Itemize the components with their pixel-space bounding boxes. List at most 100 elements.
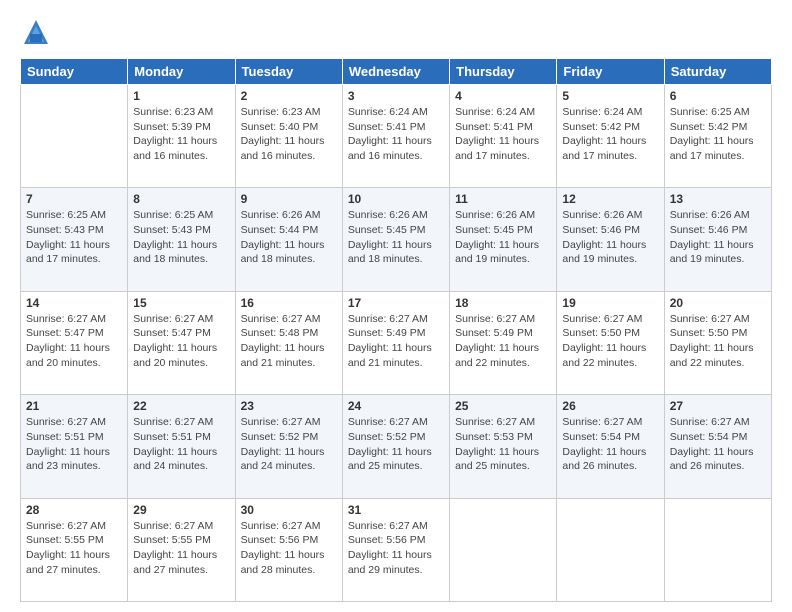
calendar-cell: 3 Sunrise: 6:24 AM Sunset: 5:41 PM Daylig… <box>342 85 449 188</box>
day-number: 29 <box>133 503 229 517</box>
day-info: Sunrise: 6:27 AM Sunset: 5:47 PM Dayligh… <box>133 312 229 371</box>
day-info: Sunrise: 6:27 AM Sunset: 5:53 PM Dayligh… <box>455 415 551 474</box>
calendar-cell: 9Sunrise: 6:26 AM Sunset: 5:44 PM Daylig… <box>235 188 342 291</box>
day-number: 10 <box>348 192 444 206</box>
day-number: 12 <box>562 192 658 206</box>
calendar-cell: 18 Sunrise: 6:27 AM Sunset: 5:49 PM Dayli… <box>450 291 557 394</box>
day-number: 8 <box>133 192 229 206</box>
day-info: Sunrise: 6:27 AM Sunset: 5:50 PM Dayligh… <box>562 312 658 371</box>
calendar-header-row: SundayMondayTuesdayWednesdayThursdayFrid… <box>21 59 772 85</box>
day-info: Sunrise: 6:27 AM Sunset: 5:52 PM Dayligh… <box>348 415 444 474</box>
calendar-cell: 22 Sunrise: 6:27 AM Sunset: 5:51 PM Dayli… <box>128 395 235 498</box>
day-number: 11 <box>455 192 551 206</box>
calendar-cell: 25 Sunrise: 6:27 AM Sunset: 5:53 PM Dayli… <box>450 395 557 498</box>
calendar-cell: 16 Sunrise: 6:27 AM Sunset: 5:48 PM Dayli… <box>235 291 342 394</box>
day-number: 15 <box>133 296 229 310</box>
day-info: Sunrise: 6:24 AM Sunset: 5:41 PM Dayligh… <box>348 105 444 164</box>
day-info: Sunrise: 6:24 AM Sunset: 5:42 PM Dayligh… <box>562 105 658 164</box>
day-number: 4 <box>455 89 551 103</box>
calendar-header-tuesday: Tuesday <box>235 59 342 85</box>
day-info: Sunrise: 6:27 AM Sunset: 5:48 PM Dayligh… <box>241 312 337 371</box>
calendar-cell: 23 Sunrise: 6:27 AM Sunset: 5:52 PM Dayli… <box>235 395 342 498</box>
day-info: Sunrise: 6:27 AM Sunset: 5:49 PM Dayligh… <box>348 312 444 371</box>
day-info: Sunrise: 6:26 AM Sunset: 5:44 PM Dayligh… <box>241 208 337 267</box>
calendar-header-wednesday: Wednesday <box>342 59 449 85</box>
day-info: Sunrise: 6:26 AM Sunset: 5:46 PM Dayligh… <box>670 208 766 267</box>
calendar-cell: 30 Sunrise: 6:27 AM Sunset: 5:56 PM Dayli… <box>235 498 342 601</box>
day-info: Sunrise: 6:27 AM Sunset: 5:54 PM Dayligh… <box>670 415 766 474</box>
calendar-cell: 7Sunrise: 6:25 AM Sunset: 5:43 PM Daylig… <box>21 188 128 291</box>
day-info: Sunrise: 6:27 AM Sunset: 5:47 PM Dayligh… <box>26 312 122 371</box>
day-info: Sunrise: 6:25 AM Sunset: 5:42 PM Dayligh… <box>670 105 766 164</box>
calendar-cell: 20 Sunrise: 6:27 AM Sunset: 5:50 PM Dayli… <box>664 291 771 394</box>
calendar-cell: 24Sunrise: 6:27 AM Sunset: 5:52 PM Dayli… <box>342 395 449 498</box>
calendar-cell: 11 Sunrise: 6:26 AM Sunset: 5:45 PM Dayli… <box>450 188 557 291</box>
day-number: 13 <box>670 192 766 206</box>
day-number: 19 <box>562 296 658 310</box>
day-number: 20 <box>670 296 766 310</box>
day-number: 26 <box>562 399 658 413</box>
calendar-week-4: 21 Sunrise: 6:27 AM Sunset: 5:51 PM Dayli… <box>21 395 772 498</box>
calendar-header-saturday: Saturday <box>664 59 771 85</box>
day-number: 27 <box>670 399 766 413</box>
day-info: Sunrise: 6:27 AM Sunset: 5:49 PM Dayligh… <box>455 312 551 371</box>
header <box>20 16 772 48</box>
day-number: 1 <box>133 89 229 103</box>
calendar-cell: 10Sunrise: 6:26 AM Sunset: 5:45 PM Dayli… <box>342 188 449 291</box>
day-info: Sunrise: 6:23 AM Sunset: 5:39 PM Dayligh… <box>133 105 229 164</box>
calendar-cell: 27 Sunrise: 6:27 AM Sunset: 5:54 PM Dayli… <box>664 395 771 498</box>
day-info: Sunrise: 6:25 AM Sunset: 5:43 PM Dayligh… <box>26 208 122 267</box>
day-number: 18 <box>455 296 551 310</box>
day-info: Sunrise: 6:27 AM Sunset: 5:55 PM Dayligh… <box>133 519 229 578</box>
day-info: Sunrise: 6:27 AM Sunset: 5:50 PM Dayligh… <box>670 312 766 371</box>
calendar-header-sunday: Sunday <box>21 59 128 85</box>
day-number: 17 <box>348 296 444 310</box>
logo-icon <box>20 16 52 48</box>
day-number: 30 <box>241 503 337 517</box>
day-info: Sunrise: 6:27 AM Sunset: 5:55 PM Dayligh… <box>26 519 122 578</box>
calendar-cell: 4 Sunrise: 6:24 AM Sunset: 5:41 PM Daylig… <box>450 85 557 188</box>
page: SundayMondayTuesdayWednesdayThursdayFrid… <box>0 0 792 612</box>
calendar-cell: 1 Sunrise: 6:23 AM Sunset: 5:39 PM Daylig… <box>128 85 235 188</box>
day-number: 23 <box>241 399 337 413</box>
day-info: Sunrise: 6:24 AM Sunset: 5:41 PM Dayligh… <box>455 105 551 164</box>
calendar-cell: 14 Sunrise: 6:27 AM Sunset: 5:47 PM Dayli… <box>21 291 128 394</box>
calendar-cell: 21Sunrise: 6:27 AM Sunset: 5:51 PM Dayli… <box>21 395 128 498</box>
day-info: Sunrise: 6:27 AM Sunset: 5:52 PM Dayligh… <box>241 415 337 474</box>
day-number: 16 <box>241 296 337 310</box>
day-number: 22 <box>133 399 229 413</box>
calendar-header-monday: Monday <box>128 59 235 85</box>
calendar-cell: 8 Sunrise: 6:25 AM Sunset: 5:43 PM Daylig… <box>128 188 235 291</box>
calendar-table: SundayMondayTuesdayWednesdayThursdayFrid… <box>20 58 772 602</box>
day-info: Sunrise: 6:27 AM Sunset: 5:51 PM Dayligh… <box>133 415 229 474</box>
day-number: 3 <box>348 89 444 103</box>
calendar-cell: 15 Sunrise: 6:27 AM Sunset: 5:47 PM Dayli… <box>128 291 235 394</box>
day-info: Sunrise: 6:26 AM Sunset: 5:46 PM Dayligh… <box>562 208 658 267</box>
calendar-cell <box>557 498 664 601</box>
day-info: Sunrise: 6:27 AM Sunset: 5:56 PM Dayligh… <box>348 519 444 578</box>
day-number: 28 <box>26 503 122 517</box>
day-number: 21 <box>26 399 122 413</box>
day-number: 14 <box>26 296 122 310</box>
calendar-cell <box>664 498 771 601</box>
calendar-week-3: 14 Sunrise: 6:27 AM Sunset: 5:47 PM Dayli… <box>21 291 772 394</box>
calendar-cell: 31Sunrise: 6:27 AM Sunset: 5:56 PM Dayli… <box>342 498 449 601</box>
day-number: 5 <box>562 89 658 103</box>
calendar-cell: 6Sunrise: 6:25 AM Sunset: 5:42 PM Daylig… <box>664 85 771 188</box>
calendar-cell: 13 Sunrise: 6:26 AM Sunset: 5:46 PM Dayli… <box>664 188 771 291</box>
day-info: Sunrise: 6:27 AM Sunset: 5:56 PM Dayligh… <box>241 519 337 578</box>
day-info: Sunrise: 6:27 AM Sunset: 5:54 PM Dayligh… <box>562 415 658 474</box>
day-number: 2 <box>241 89 337 103</box>
day-info: Sunrise: 6:23 AM Sunset: 5:40 PM Dayligh… <box>241 105 337 164</box>
calendar-cell: 17 Sunrise: 6:27 AM Sunset: 5:49 PM Dayli… <box>342 291 449 394</box>
day-info: Sunrise: 6:26 AM Sunset: 5:45 PM Dayligh… <box>455 208 551 267</box>
day-info: Sunrise: 6:25 AM Sunset: 5:43 PM Dayligh… <box>133 208 229 267</box>
calendar-cell <box>21 85 128 188</box>
calendar-cell <box>450 498 557 601</box>
day-number: 25 <box>455 399 551 413</box>
calendar-cell: 26 Sunrise: 6:27 AM Sunset: 5:54 PM Dayli… <box>557 395 664 498</box>
calendar-cell: 19 Sunrise: 6:27 AM Sunset: 5:50 PM Dayli… <box>557 291 664 394</box>
calendar-cell: 29 Sunrise: 6:27 AM Sunset: 5:55 PM Dayli… <box>128 498 235 601</box>
calendar-header-friday: Friday <box>557 59 664 85</box>
calendar-cell: 12 Sunrise: 6:26 AM Sunset: 5:46 PM Dayli… <box>557 188 664 291</box>
